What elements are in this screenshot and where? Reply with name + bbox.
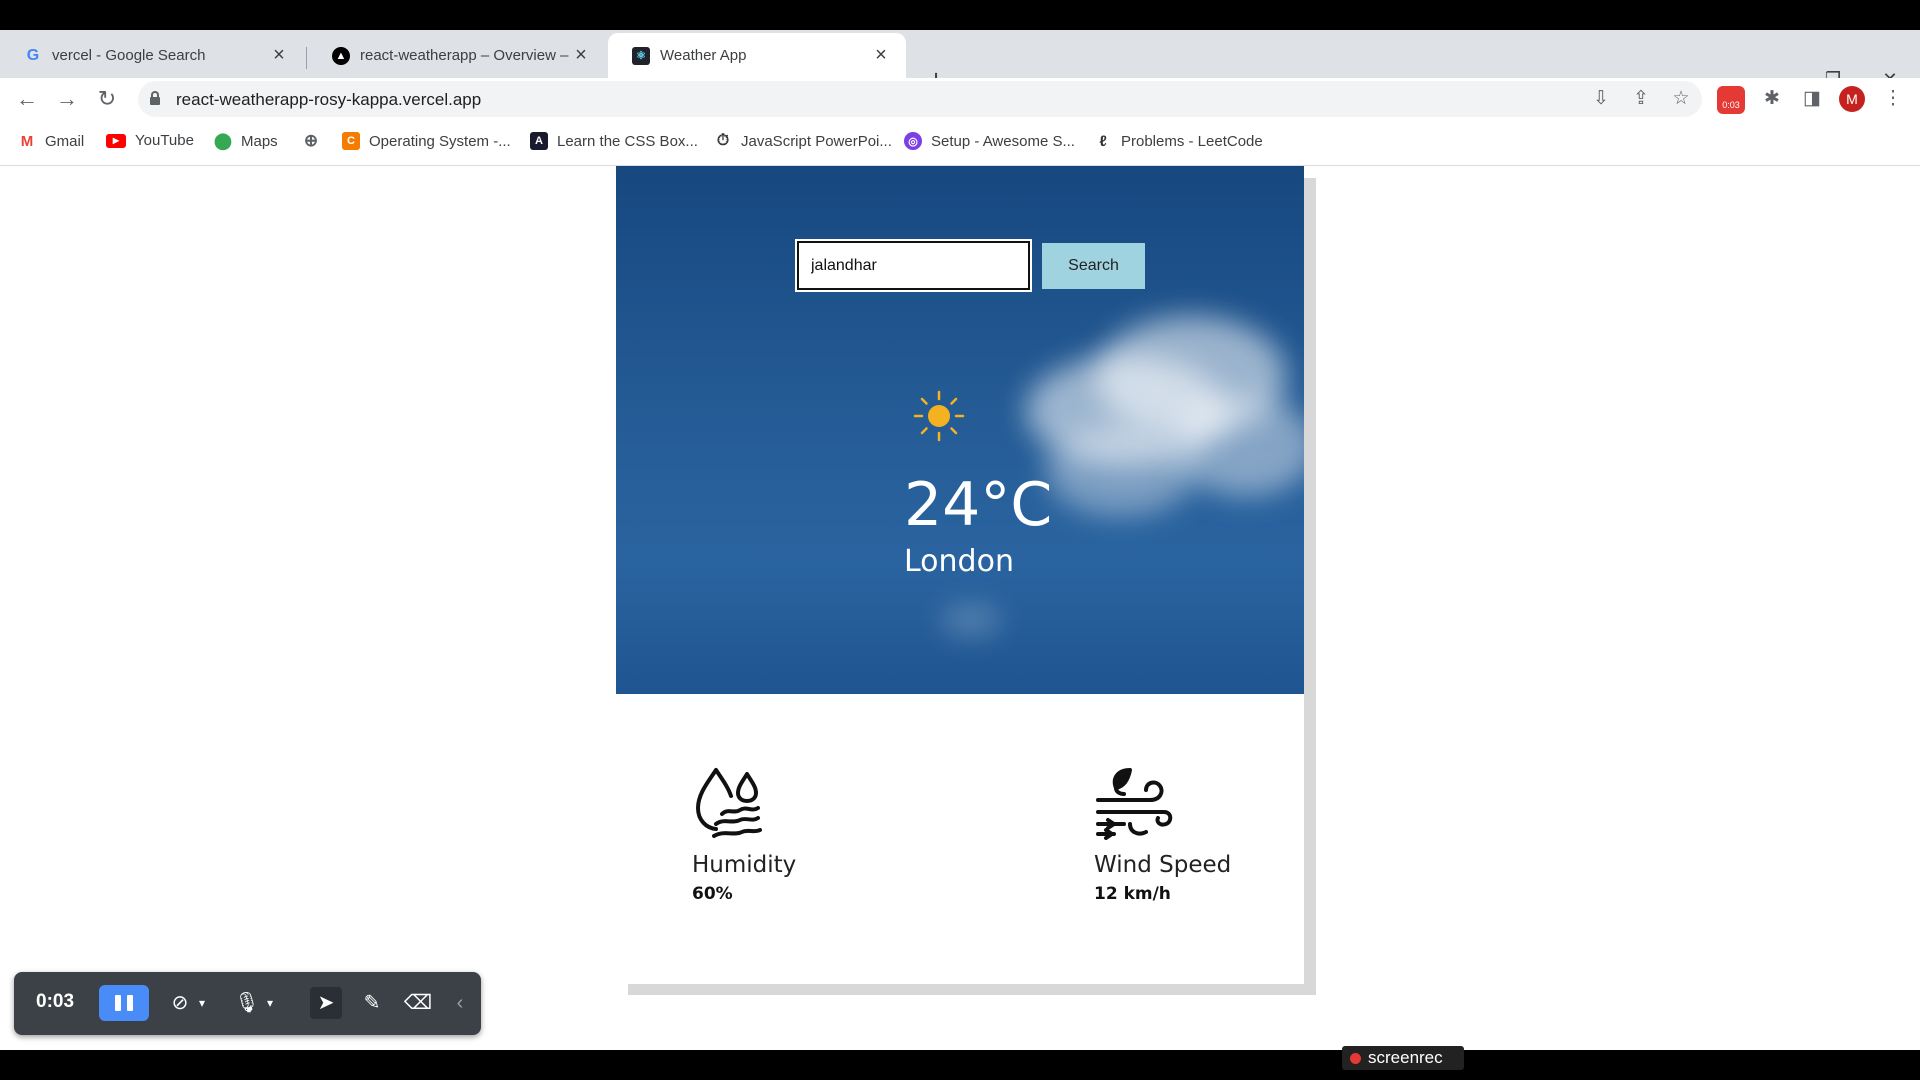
youtube-icon: ▶ bbox=[106, 133, 126, 148]
pause-icon bbox=[127, 995, 133, 1011]
menu-icon[interactable]: ⋮ bbox=[1878, 84, 1908, 114]
tab-vercel-overview[interactable]: ▲ react-weatherapp – Overview – V × bbox=[308, 33, 606, 78]
bookmarks-bar: M Gmail ▶ YouTube ⬤ Maps ⊕ C Operating S… bbox=[0, 120, 1920, 166]
wind-speed-label: Wind Speed bbox=[1094, 852, 1232, 878]
browser-toolbar: ← → ↻ react-weatherapp-rosy-kappa.vercel… bbox=[0, 78, 1920, 120]
humidity-stat: Humidity 60% bbox=[692, 766, 872, 904]
tab-title: react-weatherapp – Overview – V bbox=[360, 47, 570, 64]
share-icon[interactable]: ⇪ bbox=[1626, 84, 1656, 114]
camera-options-chevron-icon[interactable]: ▾ bbox=[186, 987, 218, 1019]
vercel-icon: ▲ bbox=[332, 46, 350, 65]
bookmark-javascript-ppt[interactable]: ⏱ JavaScript PowerPoi... bbox=[714, 132, 892, 150]
recorder-toolbar: 0:03 ⊘ ▾ 🎙 ▾ ➤ ✎ ⌫ ‹ bbox=[14, 972, 481, 1035]
record-dot-icon bbox=[1350, 1053, 1361, 1064]
wind-icon bbox=[1096, 768, 1173, 840]
tab-separator bbox=[306, 47, 307, 69]
install-icon[interactable]: ⇩ bbox=[1586, 84, 1616, 114]
bookmark-label: Setup - Awesome S... bbox=[931, 132, 1075, 150]
css-icon: A bbox=[530, 132, 548, 150]
humidity-label: Humidity bbox=[692, 852, 797, 878]
bookmark-maps[interactable]: ⬤ Maps bbox=[214, 132, 278, 151]
bookmark-star-icon[interactable]: ☆ bbox=[1666, 84, 1696, 114]
page-viewport: Search 24°C London bbox=[0, 166, 1920, 1050]
bookmark-label: Operating System -... bbox=[369, 132, 511, 150]
tab-strip: G vercel - Google Search × ▲ react-weath… bbox=[0, 30, 1920, 94]
tab-title: Weather App bbox=[660, 47, 747, 64]
leetcode-icon: ℓ bbox=[1099, 132, 1107, 150]
screen-recorder-extension-icon[interactable]: 0:03 bbox=[1717, 86, 1745, 114]
bookmark-leetcode[interactable]: ℓ Problems - LeetCode bbox=[1094, 132, 1263, 150]
recorder-badge: 0:03 bbox=[1722, 100, 1740, 110]
humidity-value: 60% bbox=[692, 884, 733, 904]
bookmark-youtube[interactable]: ▶ YouTube bbox=[106, 132, 194, 149]
bookmark-label: Gmail bbox=[45, 132, 85, 150]
gmail-icon: M bbox=[20, 132, 34, 150]
bookmark-label: Learn the CSS Box... bbox=[557, 132, 698, 150]
close-icon[interactable]: × bbox=[268, 44, 290, 67]
mic-options-chevron-icon[interactable]: ▾ bbox=[254, 987, 286, 1019]
eraser-tool-icon[interactable]: ⌫ bbox=[402, 987, 434, 1019]
forward-icon[interactable]: → bbox=[52, 84, 82, 114]
cloud-decoration bbox=[1176, 396, 1304, 496]
city-name: London bbox=[904, 544, 1014, 579]
globe-icon: ⊕ bbox=[303, 131, 319, 150]
bookmark-label: Maps bbox=[241, 132, 278, 150]
address-url[interactable]: react-weatherapp-rosy-kappa.vercel.app bbox=[176, 90, 481, 110]
collapse-chevron-icon[interactable]: ‹ bbox=[444, 987, 476, 1019]
maps-icon: ⬤ bbox=[214, 133, 232, 150]
pause-button[interactable] bbox=[99, 985, 149, 1021]
temperature: 24°C bbox=[904, 470, 1053, 540]
sun-icon bbox=[913, 390, 965, 442]
close-icon[interactable]: × bbox=[870, 44, 892, 67]
humidity-icon bbox=[696, 768, 762, 838]
bookmark-gmail[interactable]: M Gmail bbox=[18, 132, 84, 150]
screenrec-brand: screenrec bbox=[1368, 1048, 1443, 1067]
bookmark-css-box[interactable]: A Learn the CSS Box... bbox=[530, 132, 698, 150]
wind-stat: Wind Speed 12 km/h bbox=[1094, 766, 1274, 904]
extensions-icon[interactable]: ✱ bbox=[1757, 84, 1787, 114]
weather-hero: Search 24°C London bbox=[616, 166, 1304, 694]
tab-title: vercel - Google Search bbox=[52, 47, 206, 64]
tab-weather-app[interactable]: ⚛ Weather App × bbox=[608, 33, 906, 78]
close-icon[interactable]: × bbox=[570, 44, 592, 67]
course-icon: C bbox=[342, 132, 360, 150]
react-icon: ⚛ bbox=[632, 46, 650, 65]
bookmark-label: YouTube bbox=[135, 132, 194, 149]
bookmark-label: Problems - LeetCode bbox=[1121, 132, 1263, 150]
pause-icon bbox=[115, 995, 121, 1011]
lock-icon[interactable] bbox=[150, 91, 160, 105]
recording-timer: 0:03 bbox=[36, 991, 75, 1012]
profile-avatar[interactable]: M bbox=[1839, 86, 1865, 112]
weather-card: Search 24°C London bbox=[616, 166, 1304, 984]
bookmark-label: JavaScript PowerPoi... bbox=[741, 132, 892, 150]
tab-google-search[interactable]: G vercel - Google Search × bbox=[0, 33, 304, 78]
bookmark-operating-system[interactable]: C Operating System -... bbox=[342, 132, 511, 150]
cursor-tool-icon[interactable]: ➤ bbox=[310, 987, 342, 1019]
bookmark-globe[interactable]: ⊕ bbox=[302, 131, 329, 150]
bookmark-setup-awesome[interactable]: ◎ Setup - Awesome S... bbox=[904, 132, 1075, 150]
pen-tool-icon[interactable]: ✎ bbox=[356, 987, 388, 1019]
city-search-input[interactable] bbox=[795, 239, 1032, 292]
screenrec-watermark: screenrec bbox=[1342, 1046, 1464, 1070]
side-panel-icon[interactable]: ◨ bbox=[1797, 84, 1827, 114]
address-bar[interactable]: react-weatherapp-rosy-kappa.vercel.app ⇩… bbox=[138, 81, 1702, 117]
cloud-decoration bbox=[941, 606, 1001, 634]
cloud-decoration bbox=[1046, 426, 1196, 516]
timer-icon: ⏱ bbox=[716, 132, 730, 149]
setup-icon: ◎ bbox=[904, 132, 922, 150]
wind-speed-value: 12 km/h bbox=[1094, 884, 1171, 904]
reload-icon[interactable]: ↻ bbox=[92, 84, 122, 114]
search-button[interactable]: Search bbox=[1042, 243, 1145, 289]
google-icon: G bbox=[26, 46, 40, 64]
screen: G vercel - Google Search × ▲ react-weath… bbox=[0, 0, 1920, 1080]
back-icon[interactable]: ← bbox=[12, 84, 42, 114]
